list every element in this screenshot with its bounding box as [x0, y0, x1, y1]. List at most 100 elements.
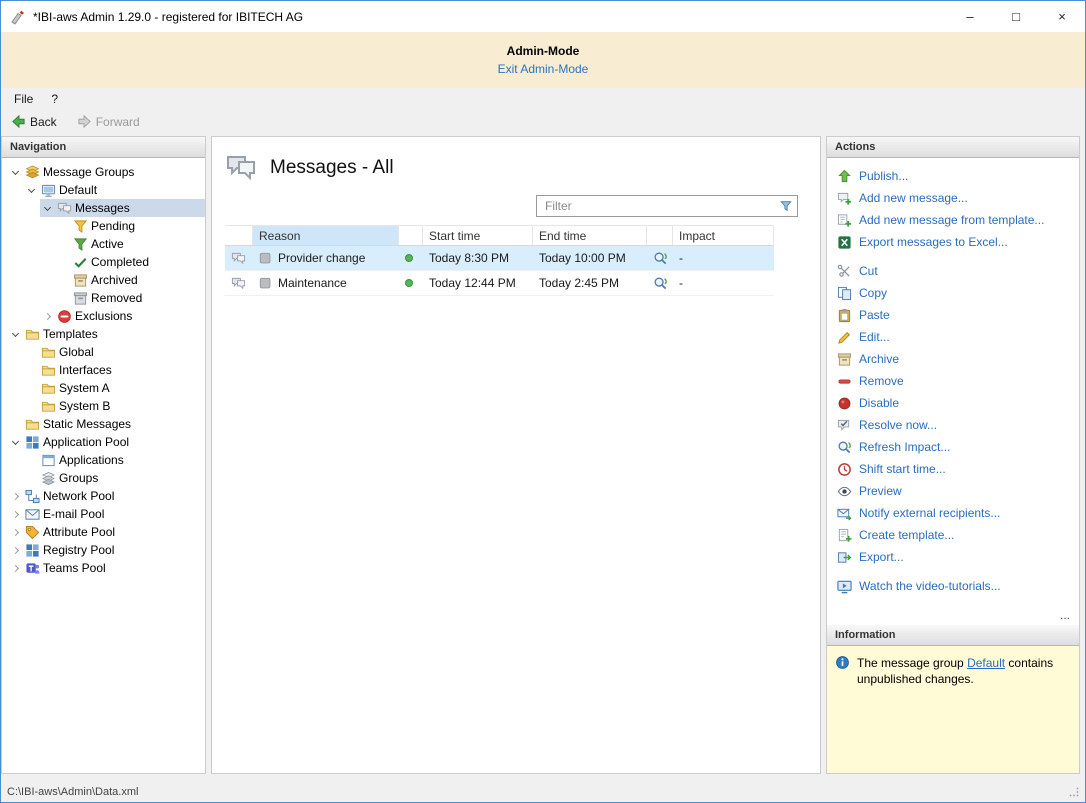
action-resolve-now[interactable]: Resolve now... [837, 414, 1075, 436]
status-bar: C:\IBI-aws\Admin\Data.xml [1, 782, 1085, 802]
action-create-template[interactable]: Create template... [837, 524, 1075, 546]
tree-item-removed[interactable]: Removed [2, 289, 205, 307]
action-refresh-impact[interactable]: Refresh Impact... [837, 436, 1075, 458]
expander-down-icon[interactable] [25, 189, 38, 192]
filter-icon[interactable] [779, 199, 793, 213]
expander-down-icon[interactable] [9, 171, 22, 174]
tree-item-active[interactable]: Active [2, 235, 205, 253]
funnel-yellow-icon [73, 219, 88, 234]
tree-item-system-b[interactable]: System B [2, 397, 205, 415]
tree-item-groups[interactable]: Groups [2, 469, 205, 487]
folder-icon [25, 327, 40, 342]
information-body: The message group Default contains unpub… [827, 646, 1079, 773]
expander-down-icon[interactable] [9, 441, 22, 444]
tree-item-system-a[interactable]: System A [2, 379, 205, 397]
expander-right-icon[interactable] [9, 494, 22, 499]
tree-item-archived[interactable]: Archived [2, 271, 205, 289]
expander-right-icon[interactable] [9, 566, 22, 571]
expander-right-icon[interactable] [9, 548, 22, 553]
tree-item-attribute-pool[interactable]: Attribute Pool [2, 523, 205, 541]
grid-blue-icon [25, 435, 40, 450]
message-row-maintenance[interactable]: MaintenanceToday 12:44 PMToday 2:45 PM- [225, 271, 774, 296]
expander-down-icon[interactable] [41, 207, 54, 210]
tree-item-application-pool[interactable]: Application Pool [2, 433, 205, 451]
tree-item-interfaces[interactable]: Interfaces [2, 361, 205, 379]
expander-down-icon[interactable] [9, 333, 22, 336]
action-export-messages-to-excel[interactable]: Export messages to Excel... [837, 231, 1075, 253]
tree-item-default[interactable]: Default [2, 181, 205, 199]
expander-right-icon[interactable] [9, 530, 22, 535]
status-dot [405, 254, 413, 262]
action-paste[interactable]: Paste [837, 304, 1075, 326]
impact-icon-cell [647, 276, 673, 291]
tree-item-completed[interactable]: Completed [2, 253, 205, 271]
action-export[interactable]: Export... [837, 546, 1075, 568]
menu-help[interactable]: ? [42, 90, 67, 108]
action-watch-the-video-tutorials[interactable]: Watch the video-tutorials... [837, 575, 1075, 597]
tree-item-registry-pool[interactable]: Registry Pool [2, 541, 205, 559]
table-header-row: Reason Start time End time Impact [225, 225, 774, 246]
tree-item-e-mail-pool[interactable]: E-mail Pool [2, 505, 205, 523]
column-header-impact-icon [647, 226, 673, 245]
close-button[interactable]: × [1039, 1, 1085, 32]
action-publish[interactable]: Publish... [837, 165, 1075, 187]
action-label: Paste [859, 308, 890, 322]
message-row-provider-change[interactable]: Provider changeToday 8:30 PMToday 10:00 … [225, 246, 774, 271]
menu-file[interactable]: File [5, 90, 42, 108]
tree-item-content: Groups [24, 469, 205, 487]
tree-item-label: Removed [91, 291, 142, 305]
exit-admin-mode-link[interactable]: Exit Admin-Mode [498, 62, 589, 76]
column-header-impact[interactable]: Impact [673, 226, 774, 245]
action-disable[interactable]: Disable [837, 392, 1075, 414]
action-archive[interactable]: Archive [837, 348, 1075, 370]
tree-item-network-pool[interactable]: Network Pool [2, 487, 205, 505]
column-header-end-time[interactable]: End time [533, 226, 647, 245]
expander-right-icon[interactable] [9, 512, 22, 517]
tree-item-messages[interactable]: Messages [2, 199, 205, 217]
tree-item-applications[interactable]: Applications [2, 451, 205, 469]
column-header-start-time[interactable]: Start time [423, 226, 533, 245]
action-label: Archive [859, 352, 899, 366]
tree-item-message-groups[interactable]: Message Groups [2, 163, 205, 181]
chevron-right-icon [44, 312, 51, 319]
action-edit[interactable]: Edit... [837, 326, 1075, 348]
bubble-add-template-icon [837, 213, 852, 228]
action-preview[interactable]: Preview [837, 480, 1075, 502]
maximize-button[interactable]: □ [993, 1, 1039, 32]
layers-icon [25, 165, 40, 180]
archive-icon [837, 352, 852, 367]
chevron-right-icon [12, 528, 19, 535]
forward-button[interactable]: Forward [71, 112, 146, 131]
action-copy[interactable]: Copy [837, 282, 1075, 304]
back-button[interactable]: Back [5, 112, 63, 131]
tree-item-templates[interactable]: Templates [2, 325, 205, 343]
action-shift-start-time[interactable]: Shift start time... [837, 458, 1075, 480]
action-notify-external-recipients[interactable]: Notify external recipients... [837, 502, 1075, 524]
tree-item-exclusions[interactable]: Exclusions [2, 307, 205, 325]
tree-item-content: Active [56, 235, 205, 253]
info-text-before: The message group [857, 656, 967, 670]
expander-right-icon[interactable] [41, 314, 54, 319]
tree-item-label: Exclusions [75, 309, 132, 323]
resize-grip[interactable] [1067, 785, 1081, 799]
action-remove[interactable]: Remove [837, 370, 1075, 392]
actions-overflow[interactable]: ... [827, 607, 1079, 625]
bubble-resolve-icon [837, 418, 852, 433]
menu-bar: File ? [1, 88, 1085, 109]
column-header-reason[interactable]: Reason [253, 226, 399, 245]
tree-item-content: Completed [56, 253, 205, 271]
action-add-new-message-from-template[interactable]: Add new message from template... [837, 209, 1075, 231]
tree-item-content: Removed [56, 289, 205, 307]
message-row-icon-cell [225, 276, 253, 291]
tree-item-global[interactable]: Global [2, 343, 205, 361]
filter-input[interactable] [537, 199, 779, 213]
minimize-button[interactable]: – [947, 1, 993, 32]
tree-item-teams-pool[interactable]: Teams Pool [2, 559, 205, 577]
impact-cell: - [673, 251, 774, 265]
tree-item-static-messages[interactable]: Static Messages [2, 415, 205, 433]
tree-item-pending[interactable]: Pending [2, 217, 205, 235]
default-group-link[interactable]: Default [967, 656, 1005, 670]
action-add-new-message[interactable]: Add new message... [837, 187, 1075, 209]
action-cut[interactable]: Cut [837, 260, 1075, 282]
window-title: *IBI-aws Admin 1.29.0 - registered for I… [33, 10, 947, 24]
